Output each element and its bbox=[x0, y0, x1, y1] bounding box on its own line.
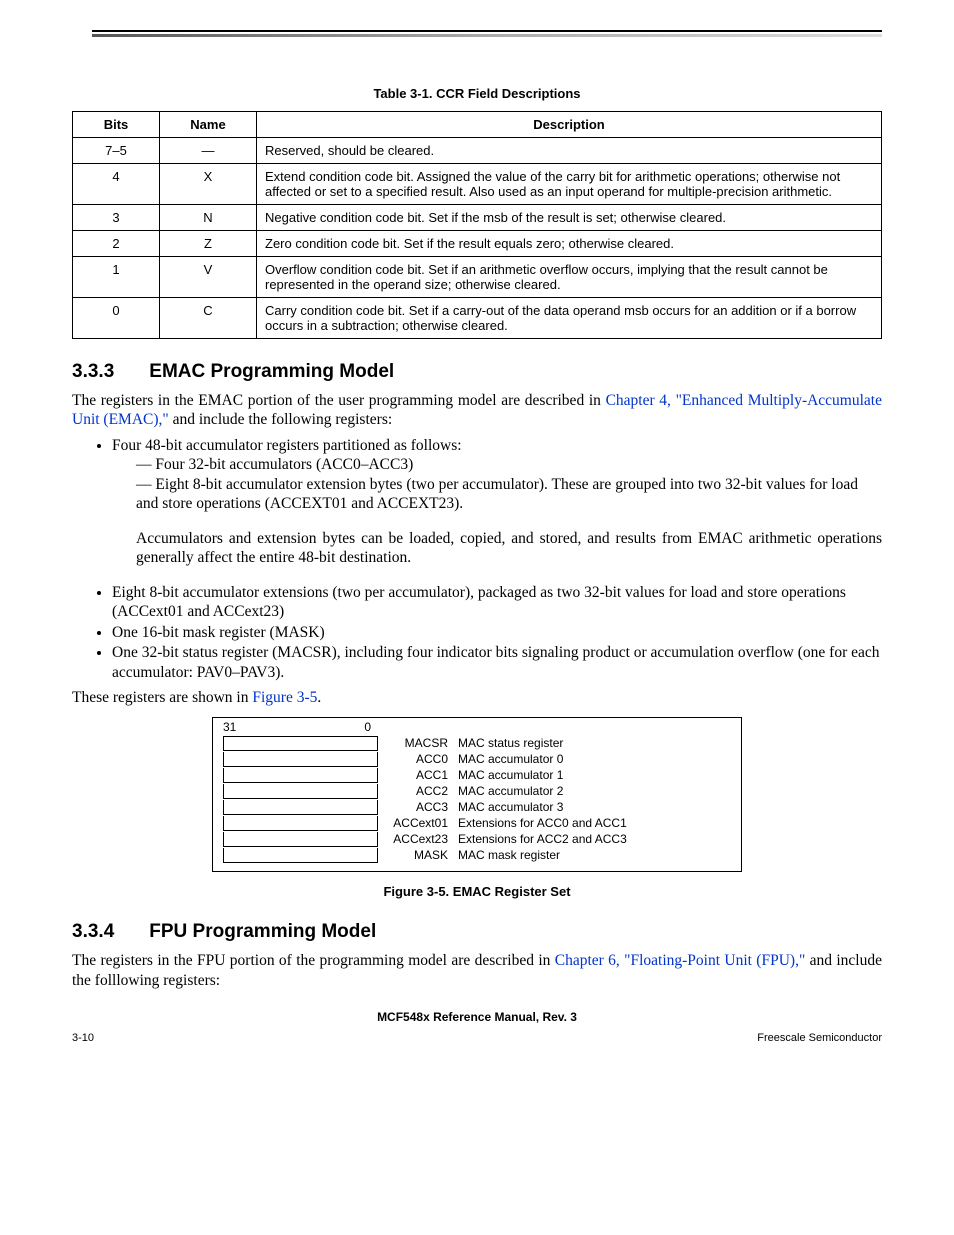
bit-label-0: 0 bbox=[233, 720, 375, 734]
register-name: MACSR bbox=[378, 736, 458, 750]
register-box bbox=[223, 752, 378, 767]
cell-bits: 7–5 bbox=[73, 138, 160, 164]
table-row: 1 V Overflow condition code bit. Set if … bbox=[73, 257, 882, 298]
register-desc: Extensions for ACC0 and ACC1 bbox=[458, 816, 731, 830]
cell-name: — bbox=[160, 138, 257, 164]
text: These registers are shown in bbox=[72, 689, 252, 706]
register-box bbox=[223, 784, 378, 799]
register-box bbox=[223, 800, 378, 815]
register-row: ACC3 MAC accumulator 3 bbox=[223, 799, 731, 815]
sub-paragraph: Accumulators and extension bytes can be … bbox=[136, 529, 882, 568]
emac-register-figure: 31 0 MACSR MAC status register ACC0 MAC … bbox=[212, 717, 742, 872]
text: . bbox=[317, 689, 321, 706]
register-desc: MAC status register bbox=[458, 736, 731, 750]
text: The registers in the FPU portion of the … bbox=[72, 952, 555, 969]
list-item: Four 48-bit accumulator registers partit… bbox=[112, 436, 882, 514]
table-row: 2 Z Zero condition code bit. Set if the … bbox=[73, 231, 882, 257]
section-number: 3.3.3 bbox=[72, 361, 144, 383]
list-item: Eight 8-bit accumulator extensions (two … bbox=[112, 583, 882, 622]
cell-name: V bbox=[160, 257, 257, 298]
register-name: ACC0 bbox=[378, 752, 458, 766]
cell-name: C bbox=[160, 298, 257, 339]
section-number: 3.3.4 bbox=[72, 921, 144, 943]
section-title: FPU Programming Model bbox=[149, 921, 376, 942]
register-row: MACSR MAC status register bbox=[223, 735, 731, 751]
cell-bits: 1 bbox=[73, 257, 160, 298]
bullet-list: Four 48-bit accumulator registers partit… bbox=[112, 436, 882, 514]
text: Four 48-bit accumulator registers partit… bbox=[112, 437, 462, 454]
section-heading-333: 3.3.3 EMAC Programming Model bbox=[72, 361, 882, 383]
footer-company: Freescale Semiconductor bbox=[757, 1032, 882, 1044]
text: and include the following registers: bbox=[169, 411, 392, 428]
figure-caption: Figure 3-5. EMAC Register Set bbox=[72, 884, 882, 899]
cell-desc: Zero condition code bit. Set if the resu… bbox=[257, 231, 882, 257]
cell-desc: Carry condition code bit. Set if a carry… bbox=[257, 298, 882, 339]
header-rule bbox=[92, 30, 882, 38]
register-row: ACCext01 Extensions for ACC0 and ACC1 bbox=[223, 815, 731, 831]
register-row: ACCext23 Extensions for ACC2 and ACC3 bbox=[223, 831, 731, 847]
register-row: MASK MAC mask register bbox=[223, 847, 731, 863]
register-row: ACC1 MAC accumulator 1 bbox=[223, 767, 731, 783]
xref-figure-3-5[interactable]: Figure 3-5 bbox=[252, 689, 317, 706]
section-333-para1: The registers in the EMAC portion of the… bbox=[72, 391, 882, 430]
cell-name: Z bbox=[160, 231, 257, 257]
list-item: One 32-bit status register (MACSR), incl… bbox=[112, 643, 882, 682]
list-item: One 16-bit mask register (MASK) bbox=[112, 623, 882, 642]
footer-row: 3-10 Freescale Semiconductor bbox=[72, 1032, 882, 1044]
section-333-para2: These registers are shown in Figure 3-5. bbox=[72, 688, 882, 707]
register-desc: MAC mask register bbox=[458, 848, 731, 862]
table-row: 7–5 — Reserved, should be cleared. bbox=[73, 138, 882, 164]
register-box bbox=[223, 768, 378, 783]
register-name: ACC2 bbox=[378, 784, 458, 798]
section-334-para1: The registers in the FPU portion of the … bbox=[72, 951, 882, 990]
table-row: 3 N Negative condition code bit. Set if … bbox=[73, 205, 882, 231]
cell-desc: Extend condition code bit. Assigned the … bbox=[257, 164, 882, 205]
register-name: ACC3 bbox=[378, 800, 458, 814]
register-name: ACCext01 bbox=[378, 816, 458, 830]
bullet-list: Eight 8-bit accumulator extensions (two … bbox=[112, 583, 882, 682]
th-name: Name bbox=[160, 112, 257, 138]
cell-desc: Negative condition code bit. Set if the … bbox=[257, 205, 882, 231]
section-title: EMAC Programming Model bbox=[149, 361, 394, 382]
register-box bbox=[223, 848, 378, 863]
bit-label-31: 31 bbox=[223, 720, 233, 734]
register-desc: MAC accumulator 3 bbox=[458, 800, 731, 814]
register-desc: MAC accumulator 1 bbox=[458, 768, 731, 782]
cell-name: N bbox=[160, 205, 257, 231]
page-number: 3-10 bbox=[72, 1032, 94, 1044]
register-box bbox=[223, 832, 378, 847]
register-name: ACC1 bbox=[378, 768, 458, 782]
cell-name: X bbox=[160, 164, 257, 205]
register-desc: Extensions for ACC2 and ACC3 bbox=[458, 832, 731, 846]
cell-bits: 3 bbox=[73, 205, 160, 231]
table-row: 4 X Extend condition code bit. Assigned … bbox=[73, 164, 882, 205]
cell-bits: 2 bbox=[73, 231, 160, 257]
table-caption: Table 3-1. CCR Field Descriptions bbox=[72, 86, 882, 101]
cell-desc: Reserved, should be cleared. bbox=[257, 138, 882, 164]
th-bits: Bits bbox=[73, 112, 160, 138]
list-item: Eight 8-bit accumulator extension bytes … bbox=[136, 475, 882, 514]
cell-desc: Overflow condition code bit. Set if an a… bbox=[257, 257, 882, 298]
text: The registers in the EMAC portion of the… bbox=[72, 392, 606, 409]
register-name: ACCext23 bbox=[378, 832, 458, 846]
register-name: MASK bbox=[378, 848, 458, 862]
cell-bits: 0 bbox=[73, 298, 160, 339]
list-item: Four 32-bit accumulators (ACC0–ACC3) bbox=[136, 455, 882, 474]
register-box bbox=[223, 816, 378, 831]
th-desc: Description bbox=[257, 112, 882, 138]
section-heading-334: 3.3.4 FPU Programming Model bbox=[72, 921, 882, 943]
cell-bits: 4 bbox=[73, 164, 160, 205]
footer-title: MCF548x Reference Manual, Rev. 3 bbox=[72, 1010, 882, 1024]
ccr-field-table: Bits Name Description 7–5 — Reserved, sh… bbox=[72, 111, 882, 339]
table-row: 0 C Carry condition code bit. Set if a c… bbox=[73, 298, 882, 339]
xref-chapter-6[interactable]: Chapter 6, "Floating-Point Unit (FPU)," bbox=[555, 952, 806, 969]
register-row: ACC2 MAC accumulator 2 bbox=[223, 783, 731, 799]
register-desc: MAC accumulator 0 bbox=[458, 752, 731, 766]
register-box bbox=[223, 736, 378, 751]
register-row: ACC0 MAC accumulator 0 bbox=[223, 751, 731, 767]
register-desc: MAC accumulator 2 bbox=[458, 784, 731, 798]
